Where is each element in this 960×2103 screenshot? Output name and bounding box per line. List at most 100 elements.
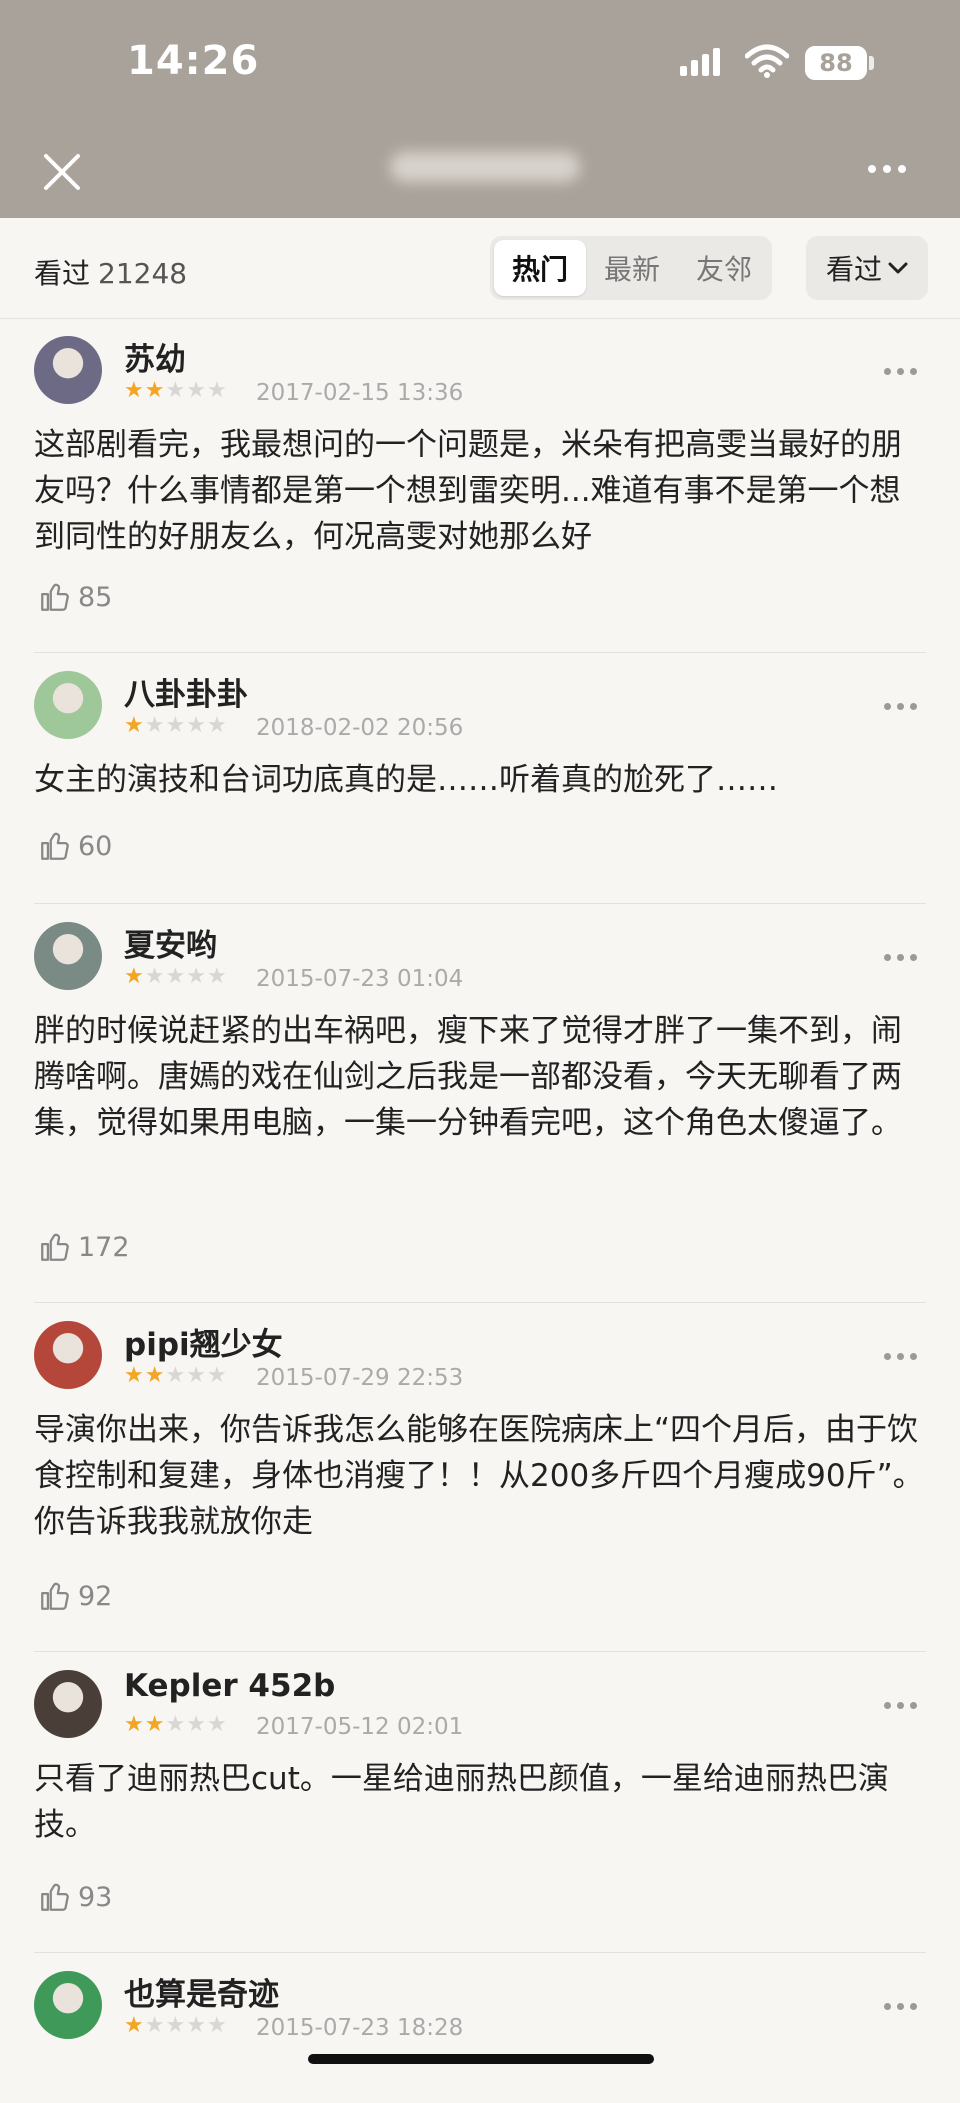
avatar[interactable] xyxy=(34,336,102,404)
star-icon: ★ xyxy=(206,713,227,738)
like-button[interactable]: 85 xyxy=(38,580,112,614)
star-icon: ★ xyxy=(124,713,144,738)
review-list: 苏幼 ★ ★ ★ ★ ★ 2017-02-15 13:36 这部剧看完，我最想问的一个问… xyxy=(0,318,960,2103)
review-content: 这部剧看完，我最想问的一个问题是，米朵有把高雯当最好的朋友吗？什么事情都是第一个… xyxy=(34,427,902,555)
star-icon: ★ xyxy=(165,378,186,403)
rating-stars: ★ ★ ★ ★ ★ xyxy=(124,1714,227,1736)
review-date: 2017-05-12 02:01 xyxy=(256,1714,464,1740)
star-icon: ★ xyxy=(186,2013,206,2038)
rating-stars: ★ ★ ★ ★ ★ xyxy=(124,1365,227,1387)
tab-friends[interactable]: 友邻 xyxy=(678,240,770,296)
status-dropdown[interactable]: 看过 xyxy=(806,236,928,300)
review-username[interactable]: Kepler 452b xyxy=(124,1668,335,1704)
star-icon: ★ xyxy=(186,1363,206,1388)
review-more-button[interactable] xyxy=(884,1995,926,2010)
review-more-button[interactable] xyxy=(884,695,926,710)
star-icon: ★ xyxy=(165,2013,186,2038)
review-username[interactable]: 八卦卦卦 xyxy=(124,669,248,714)
dot-icon xyxy=(883,165,891,173)
star-icon: ★ xyxy=(144,1712,165,1737)
review-more-button[interactable] xyxy=(884,946,926,961)
star-icon: ★ xyxy=(206,2013,227,2038)
like-button[interactable]: 92 xyxy=(38,1579,112,1613)
review-username[interactable]: 苏幼 xyxy=(124,334,186,379)
thumbs-up-icon xyxy=(41,1582,69,1610)
review-item: 八卦卦卦 ★ ★ ★ ★ ★ 2018-02-02 20:56 女主的演技和台词功底真的… xyxy=(34,653,926,904)
rating-stars: ★ ★ ★ ★ ★ xyxy=(124,966,227,988)
review-item: pipi翘少女 ★ ★ ★ ★ ★ 2015-07-29 22:53 导演你出来，你告诉… xyxy=(34,1303,926,1652)
star-icon: ★ xyxy=(144,2013,165,2038)
star-icon: ★ xyxy=(186,964,206,989)
star-icon: ★ xyxy=(124,2013,144,2038)
star-icon: ★ xyxy=(165,713,186,738)
dot-icon xyxy=(868,165,876,173)
star-icon: ★ xyxy=(124,964,144,989)
tab-latest[interactable]: 最新 xyxy=(586,240,678,296)
cellular-signal-icon xyxy=(680,48,720,76)
review-date: 2015-07-23 01:04 xyxy=(256,966,464,992)
sort-tabs: 热门 最新 友邻 xyxy=(490,236,772,300)
review-username[interactable]: pipi翘少女 xyxy=(124,1319,283,1364)
thumbs-up-icon xyxy=(41,583,69,611)
star-icon: ★ xyxy=(186,1712,206,1737)
review-content: 只看了迪丽热巴cut。一星给迪丽热巴颜值，一星给迪丽热巴演技。 xyxy=(34,1761,889,1843)
review-more-button[interactable] xyxy=(884,1694,926,1709)
filter-bar: 看过 21248 热门 最新 友邻 看过 xyxy=(0,218,960,319)
star-icon: ★ xyxy=(206,378,227,403)
rating-stars: ★ ★ ★ ★ ★ xyxy=(124,2015,227,2037)
star-icon: ★ xyxy=(165,1363,186,1388)
thumbs-up-icon xyxy=(41,1233,69,1261)
review-username[interactable]: 夏安哟 xyxy=(124,920,217,965)
like-count: 92 xyxy=(78,1580,113,1612)
thumbs-up-icon xyxy=(41,1883,69,1911)
review-content: 导演你出来，你告诉我怎么能够在医院病床上“四个月后，由于饮食控制和复建，身体也消… xyxy=(34,1412,924,1540)
rating-stars: ★ ★ ★ ★ ★ xyxy=(124,715,227,737)
review-username[interactable]: 也算是奇迹 xyxy=(124,1969,279,2014)
tab-hot[interactable]: 热门 xyxy=(494,240,586,296)
review-item: Kepler 452b ★ ★ ★ ★ ★ 2017-05-12 02:01 只看了迪丽… xyxy=(34,1652,926,1953)
star-icon: ★ xyxy=(206,964,227,989)
more-options-button[interactable] xyxy=(868,158,918,178)
review-date: 2015-07-23 18:28 xyxy=(256,2015,464,2041)
star-icon: ★ xyxy=(124,1363,144,1388)
star-icon: ★ xyxy=(186,378,206,403)
star-icon: ★ xyxy=(165,1712,186,1737)
battery-indicator: 88 xyxy=(805,46,867,80)
avatar[interactable] xyxy=(34,1670,102,1738)
close-button[interactable] xyxy=(40,150,84,194)
review-content: 女主的演技和台词功底真的是……听着真的尬死了…… xyxy=(34,762,778,798)
star-icon: ★ xyxy=(186,713,206,738)
like-button[interactable]: 93 xyxy=(38,1880,112,1914)
review-item: 苏幼 ★ ★ ★ ★ ★ 2017-02-15 13:36 这部剧看完，我最想问的一个问… xyxy=(34,318,926,653)
avatar[interactable] xyxy=(34,671,102,739)
review-more-button[interactable] xyxy=(884,360,926,375)
like-button[interactable]: 172 xyxy=(38,1230,130,1264)
seen-count: 看过 21248 xyxy=(34,252,187,292)
wifi-icon xyxy=(745,44,789,78)
star-icon: ★ xyxy=(144,378,165,403)
like-button[interactable]: 60 xyxy=(38,829,112,863)
review-more-button[interactable] xyxy=(884,1345,926,1360)
star-icon: ★ xyxy=(144,964,165,989)
battery-tip xyxy=(869,56,874,70)
avatar[interactable] xyxy=(34,1321,102,1389)
like-count: 60 xyxy=(78,830,113,862)
review-date: 2017-02-15 13:36 xyxy=(256,380,464,406)
avatar[interactable] xyxy=(34,922,102,990)
rating-stars: ★ ★ ★ ★ ★ xyxy=(124,380,227,402)
star-icon: ★ xyxy=(144,713,165,738)
status-dropdown-label: 看过 xyxy=(825,253,882,286)
seen-count-number: 21248 xyxy=(98,257,188,290)
chevron-down-icon xyxy=(888,262,908,274)
top-header: 14:26 88 xyxy=(0,0,960,218)
review-content: 胖的时候说赶紧的出车祸吧，瘦下来了觉得才胖了一集不到，闹腾啥啊。唐嫣的戏在仙剑之… xyxy=(34,1013,902,1141)
review-date: 2015-07-29 22:53 xyxy=(256,1365,464,1391)
status-time: 14:26 xyxy=(127,38,260,84)
seen-count-label: 看过 xyxy=(34,257,91,290)
dot-icon xyxy=(898,165,906,173)
avatar[interactable] xyxy=(34,1971,102,2039)
star-icon: ★ xyxy=(206,1712,227,1737)
review-date: 2018-02-02 20:56 xyxy=(256,715,464,741)
like-count: 85 xyxy=(78,581,113,613)
review-item: 夏安哟 ★ ★ ★ ★ ★ 2015-07-23 01:04 胖的时候说赶紧的出车祸吧，… xyxy=(34,904,926,1303)
